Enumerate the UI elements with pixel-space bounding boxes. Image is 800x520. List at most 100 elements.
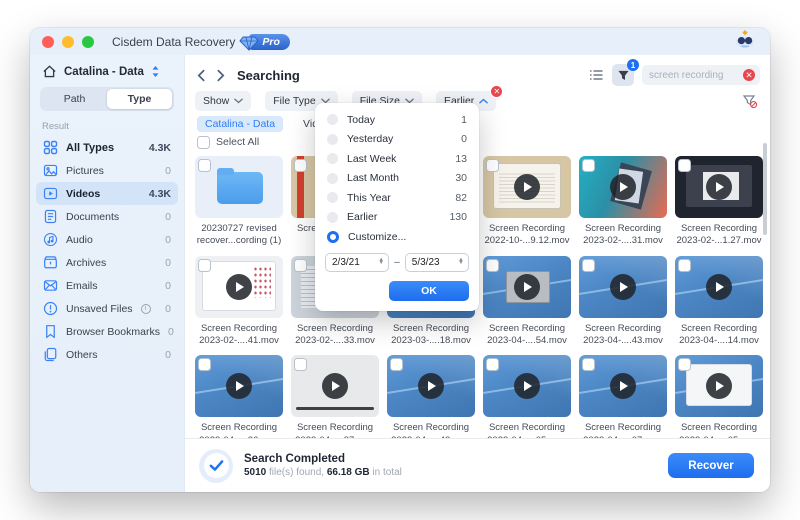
sidebar-item[interactable]: All Types i 4.3K	[36, 136, 178, 159]
file-checkbox[interactable]	[198, 358, 211, 371]
drive-stepper-icon[interactable]	[151, 65, 160, 78]
sidebar-item[interactable]: Videos i 4.3K	[36, 182, 178, 205]
play-icon	[610, 373, 636, 399]
file-thumbnail[interactable]	[579, 256, 667, 318]
file-card[interactable]: Screen Recording 2023-04-....14.mov	[675, 256, 763, 348]
file-checkbox[interactable]	[486, 259, 499, 272]
dropdown-option[interactable]: Customize...	[315, 227, 479, 247]
file-checkbox[interactable]	[198, 159, 211, 172]
file-thumbnail[interactable]	[291, 355, 379, 417]
path-type-segmented-control: Path Type	[40, 87, 174, 111]
sidebar-item-label: Pictures	[66, 165, 104, 177]
sidebar-item[interactable]: Documents i 0	[36, 205, 178, 228]
file-checkbox[interactable]	[198, 259, 211, 272]
file-card[interactable]: Screen Recording 2023-02-....31.mov	[579, 156, 667, 248]
file-card[interactable]: Screen Recording 2023-04-....54.mov	[483, 256, 571, 348]
date-range-dash: –	[394, 257, 400, 268]
file-checkbox[interactable]	[582, 358, 595, 371]
file-thumbnail[interactable]	[483, 355, 571, 417]
file-thumbnail[interactable]	[195, 256, 283, 318]
file-checkbox[interactable]	[294, 259, 307, 272]
clear-search-icon[interactable]: ✕	[743, 69, 755, 81]
file-thumbnail[interactable]	[579, 156, 667, 218]
sidebar-item[interactable]: Emails i 0	[36, 274, 178, 297]
file-checkbox[interactable]	[390, 358, 403, 371]
play-icon	[322, 373, 348, 399]
videos-icon	[43, 186, 58, 201]
filter-button[interactable]: Show ✕	[195, 91, 251, 111]
sidebar-item[interactable]: Unsaved Files i 0	[36, 297, 178, 320]
sidebar-item[interactable]: Archives i 0	[36, 251, 178, 274]
file-card[interactable]: Screen Recording 2023-04-....43.mov	[579, 256, 667, 348]
file-card[interactable]: Screen Recording 2023-04-....05.mov	[675, 355, 763, 438]
window-title: Cisdem Data Recovery	[112, 35, 235, 49]
dropdown-option[interactable]: Last Month 30	[315, 169, 479, 189]
segment-tab[interactable]: Type	[107, 89, 172, 109]
date-to-input[interactable]: 5/3/23 ▲▼	[405, 253, 469, 272]
file-card[interactable]: 20230727 revised recover...cording (1)	[195, 156, 283, 248]
dropdown-option[interactable]: This Year 82	[315, 188, 479, 208]
recover-button[interactable]: Recover	[668, 453, 754, 478]
file-checkbox[interactable]	[486, 358, 499, 371]
file-checkbox[interactable]	[486, 159, 499, 172]
date-from-input[interactable]: 2/3/21 ▲▼	[325, 253, 389, 272]
file-card[interactable]: Screen Recording 2023-04-....43.mov	[387, 355, 475, 438]
remove-filter-badge[interactable]: ✕	[490, 85, 503, 98]
ok-button[interactable]: OK	[389, 281, 469, 301]
filter-funnel-button[interactable]: 1	[612, 64, 634, 86]
search-field[interactable]: ✕	[642, 65, 760, 85]
file-card[interactable]: Screen Recording 2023-04-....37.mov	[291, 355, 379, 438]
file-card[interactable]: Screen Recording 2023-02-...1.27.mov	[675, 156, 763, 248]
breadcrumb-chip[interactable]: Catalina - Data	[197, 116, 283, 132]
sidebar-item[interactable]: Others i 0	[36, 343, 178, 366]
file-thumbnail[interactable]	[195, 355, 283, 417]
file-checkbox[interactable]	[294, 358, 307, 371]
back-button[interactable]	[195, 69, 208, 82]
file-checkbox[interactable]	[582, 159, 595, 172]
file-thumbnail[interactable]	[675, 156, 763, 218]
dropdown-option[interactable]: Today 1	[315, 110, 479, 130]
dropdown-option[interactable]: Yesterday 0	[315, 130, 479, 150]
main-header: Searching 1 ✕	[185, 55, 770, 87]
sidebar-item-count: 0	[168, 326, 174, 338]
select-all-checkbox[interactable]	[197, 136, 210, 149]
forward-button[interactable]	[214, 69, 227, 82]
file-thumbnail[interactable]	[483, 256, 571, 318]
file-thumbnail[interactable]	[579, 355, 667, 417]
file-checkbox[interactable]	[678, 259, 691, 272]
file-thumbnail[interactable]	[387, 355, 475, 417]
file-name: Screen Recording 2023-04-....43.mov	[387, 422, 475, 438]
file-checkbox[interactable]	[582, 259, 595, 272]
file-thumbnail[interactable]	[675, 256, 763, 318]
list-view-icon[interactable]	[588, 67, 604, 83]
dropdown-option[interactable]: Last Week 13	[315, 149, 479, 169]
file-card[interactable]: Screen Recording 2023-04-....07.mov	[579, 355, 667, 438]
file-checkbox[interactable]	[294, 159, 307, 172]
clear-filters-icon[interactable]	[742, 94, 758, 109]
sidebar-item-count: 4.3K	[149, 188, 171, 200]
sidebar-item[interactable]: Browser Bookmarks i 0	[36, 320, 178, 343]
file-card[interactable]: Screen Recording 2023-04-....26.mov	[195, 355, 283, 438]
file-card[interactable]: Screen Recording 2023-02-....41.mov	[195, 256, 283, 348]
file-thumbnail[interactable]	[675, 355, 763, 417]
assistant-mascot-icon[interactable]	[732, 29, 758, 54]
close-window-button[interactable]	[42, 36, 54, 48]
drive-selector[interactable]: Catalina - Data	[30, 55, 184, 84]
file-card[interactable]: Screen Recording 2023-04-....05.mov	[483, 355, 571, 438]
stepper-icon[interactable]: ▲▼	[458, 259, 464, 266]
search-input[interactable]	[649, 70, 743, 81]
file-thumbnail[interactable]	[483, 156, 571, 218]
segment-tab[interactable]: Path	[42, 89, 107, 109]
minimize-window-button[interactable]	[62, 36, 74, 48]
file-checkbox[interactable]	[678, 358, 691, 371]
zoom-window-button[interactable]	[82, 36, 94, 48]
sidebar-item[interactable]: Audio i 0	[36, 228, 178, 251]
file-card[interactable]: Screen Recording 2022-10-...9.12.mov	[483, 156, 571, 248]
stepper-icon[interactable]: ▲▼	[378, 259, 384, 266]
scrollbar-thumb[interactable]	[763, 143, 767, 235]
file-thumbnail[interactable]	[195, 156, 283, 218]
sidebar-item[interactable]: Pictures i 0	[36, 159, 178, 182]
file-name: Screen Recording 2023-04-....14.mov	[675, 323, 763, 348]
file-checkbox[interactable]	[678, 159, 691, 172]
dropdown-option[interactable]: Earlier 130	[315, 208, 479, 228]
